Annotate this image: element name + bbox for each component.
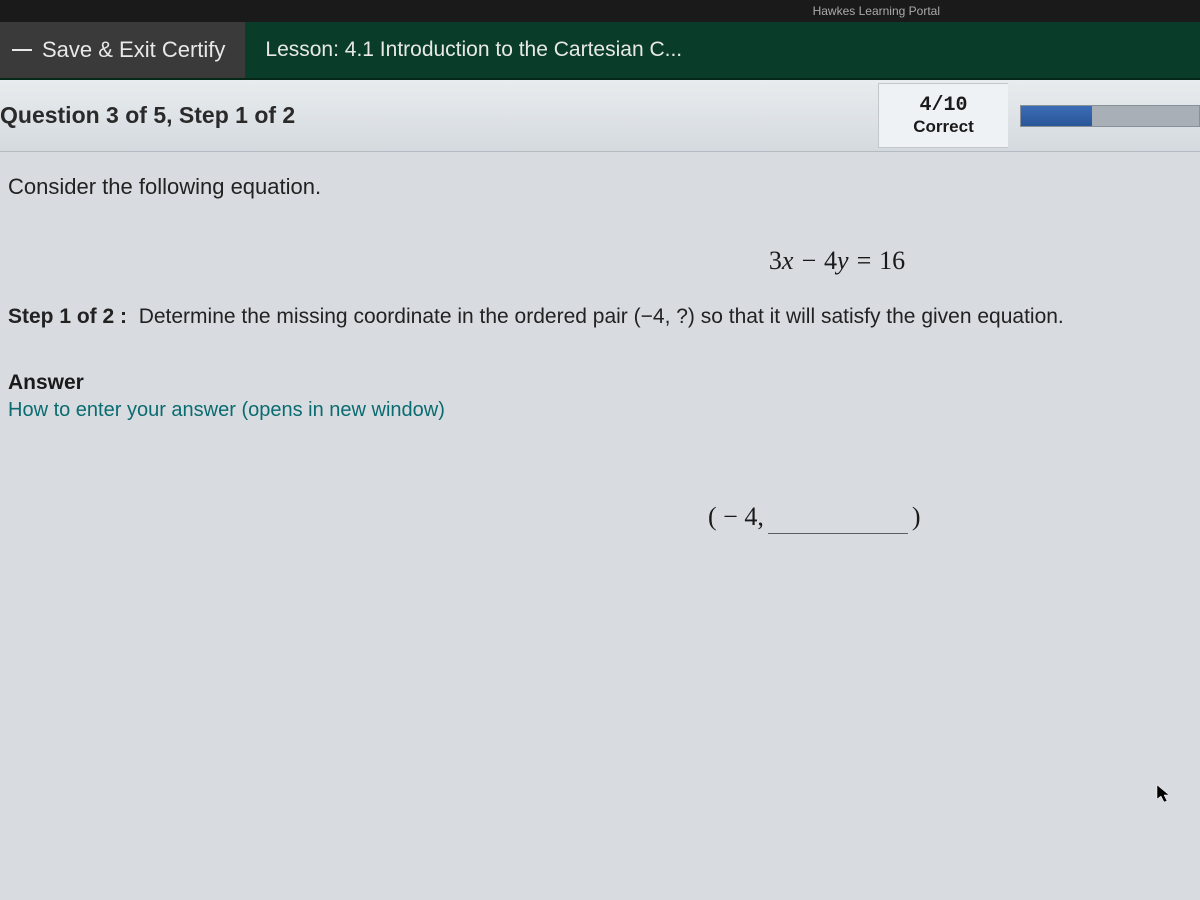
score-block: 4/10 Correct <box>878 83 1008 148</box>
menu-icon <box>12 49 32 51</box>
pair-prefix: ( − 4, <box>708 502 764 532</box>
lesson-title: Lesson: 4.1 Introduction to the Cartesia… <box>245 38 682 62</box>
step-text: Determine the missing coordinate in the … <box>139 305 1064 328</box>
save-exit-label: Save & Exit Certify <box>42 37 225 63</box>
step-instruction: Step 1 of 2 : Determine the missing coor… <box>8 302 1186 331</box>
score-label: Correct <box>897 117 990 137</box>
equation-display: 3x − 4y = 16 <box>8 246 1186 276</box>
score-value: 4/10 <box>897 94 990 117</box>
y-coordinate-input[interactable] <box>768 503 908 534</box>
how-to-enter-link[interactable]: How to enter your answer (opens in new w… <box>8 399 445 422</box>
answer-heading: Answer <box>8 371 1186 395</box>
progress-bar <box>1020 105 1200 127</box>
ordered-pair-input: ( − 4, ) <box>8 502 1186 534</box>
question-prompt: Consider the following equation. <box>8 174 1186 200</box>
question-progress-label: Question 3 of 5, Step 1 of 2 <box>0 102 295 129</box>
save-exit-certify-button[interactable]: Save & Exit Certify <box>0 22 245 78</box>
cursor-icon <box>1156 784 1172 810</box>
progress-fill <box>1021 106 1092 126</box>
question-header: Question 3 of 5, Step 1 of 2 4/10 Correc… <box>0 80 1200 152</box>
browser-tab-bar: Hawkes Learning Portal <box>0 0 1200 22</box>
app-top-bar: Save & Exit Certify Lesson: 4.1 Introduc… <box>0 22 1200 80</box>
question-content: Consider the following equation. 3x − 4y… <box>0 152 1200 534</box>
pair-suffix: ) <box>912 502 921 532</box>
browser-tab-hint: Hawkes Learning Portal <box>813 4 940 18</box>
score-progress-group: 4/10 Correct <box>878 83 1200 148</box>
step-label: Step 1 of 2 : <box>8 305 127 328</box>
